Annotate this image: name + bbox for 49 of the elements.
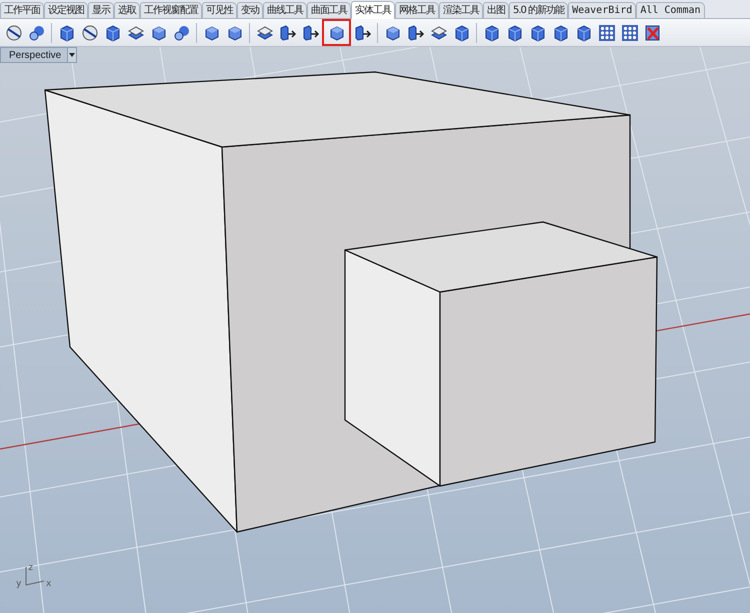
toolbar-tab[interactable]: 渲染工具 [439, 2, 483, 18]
toolbar-tab[interactable]: 工作平面 [0, 2, 44, 18]
toolbar-tab[interactable]: 变动 [237, 2, 263, 18]
cube-icon [202, 24, 220, 42]
sphere-icon [172, 24, 190, 42]
box-icon [452, 24, 470, 42]
toolbar-tab[interactable]: WeaverBird [568, 2, 636, 18]
toolbar-tab[interactable]: 曲线工具 [263, 2, 307, 18]
toolbar-tab[interactable]: 显示 [88, 2, 114, 18]
toolbar-tab[interactable]: 可见性 [202, 2, 237, 18]
toolbar-tab[interactable]: 出图 [483, 2, 509, 18]
box-icon [482, 24, 500, 42]
axis-label: z [28, 563, 34, 573]
arrow-cube-icon [354, 24, 372, 42]
toolbar-tab[interactable]: 实体工具 [351, 1, 395, 19]
toolbar-tab[interactable]: 5.0 的新功能 [509, 2, 568, 18]
layers-icon [256, 24, 274, 42]
tool-button[interactable] [322, 19, 351, 46]
box-icon [104, 24, 122, 42]
toolbar-tab[interactable]: 曲面工具 [307, 2, 351, 18]
arrow-cube-icon [278, 24, 296, 42]
box-icon [528, 24, 546, 42]
cube-icon [328, 24, 346, 42]
box-icon [58, 24, 76, 42]
cube-icon [384, 24, 402, 42]
arrow-cube-icon [302, 24, 320, 42]
layers-icon [126, 24, 144, 42]
box-icon [506, 24, 524, 42]
layers-icon [430, 24, 448, 42]
dot-grid-icon [598, 24, 616, 42]
toolbar-tab[interactable]: 工作视窗配置 [140, 2, 202, 18]
ring-icon [80, 24, 98, 42]
cube-icon [226, 24, 244, 42]
box-icon [574, 24, 592, 42]
axis-label: x [46, 579, 52, 589]
cube-icon [150, 24, 168, 42]
ring-icon [4, 24, 22, 42]
toolbar-tab[interactable]: All Comman [636, 2, 705, 18]
box-icon [552, 24, 570, 42]
toolbar-tab[interactable]: 选取 [114, 2, 140, 18]
viewport-menu-button[interactable] [67, 48, 76, 62]
caret-icon [69, 53, 76, 57]
dot-grid-icon [620, 24, 638, 42]
toolbar-tab[interactable]: 设定视图 [44, 2, 88, 18]
arrow-cube-icon [406, 24, 424, 42]
axis-label: y [16, 579, 22, 589]
sphere-icon [28, 24, 46, 42]
delete-icon [644, 24, 662, 42]
toolbar-tab[interactable]: 网格工具 [395, 2, 439, 18]
